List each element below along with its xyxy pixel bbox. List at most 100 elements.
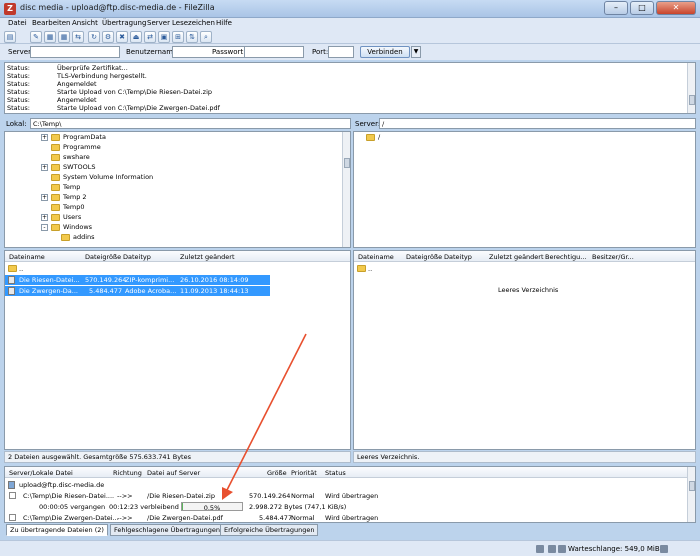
compare-icon[interactable]: ⊞ — [172, 31, 184, 43]
queue-server-row[interactable]: upload@ftp.disc-media.de — [5, 480, 685, 490]
menu-uebertragung[interactable]: Übertragung — [102, 19, 146, 27]
local-status-text: 2 Dateien ausgewählt. Gesamtgröße 575.63… — [4, 451, 351, 463]
col-filesize[interactable]: Dateigröße — [85, 253, 121, 261]
col-filetype[interactable]: Dateityp — [444, 253, 472, 261]
toggle-queue-icon[interactable]: ⇆ — [72, 31, 84, 43]
tree-item[interactable]: / — [354, 133, 695, 143]
folder-icon — [366, 134, 375, 141]
menu-hilfe[interactable]: Hilfe — [216, 19, 232, 27]
folder-icon — [51, 154, 60, 161]
connect-button[interactable]: Verbinden — [360, 46, 410, 58]
tree-item[interactable]: - Windows — [5, 223, 350, 233]
queue-item[interactable]: C:\Temp\Die Riesen-Datei.... -->> /Die R… — [5, 491, 685, 501]
lock-icon — [536, 545, 544, 553]
remote-path-input[interactable]: / — [379, 118, 696, 129]
folder-icon — [51, 214, 60, 221]
tab-failed-transfers[interactable]: Fehlgeschlagene Übertragungen — [110, 524, 224, 536]
folder-icon — [51, 164, 60, 171]
tree-item[interactable]: + ProgramData — [5, 133, 350, 143]
tree-item[interactable]: + SWTOOLS — [5, 163, 350, 173]
tab-successful-transfers[interactable]: Erfolgreiche Übertragungen — [220, 524, 319, 536]
history-dropdown-icon[interactable]: ▼ — [411, 46, 421, 58]
search-icon[interactable]: ⌕ — [200, 31, 212, 43]
close-button[interactable]: ✕ — [656, 1, 696, 15]
port-label: Port: — [312, 48, 329, 56]
remote-label: Server: — [355, 120, 381, 128]
local-list-header: Dateiname Dateigröße Dateityp Zuletzt ge… — [5, 251, 350, 262]
toggle-log-icon[interactable]: ✎ — [30, 31, 42, 43]
disconnect-icon[interactable]: ⏏ — [130, 31, 142, 43]
activity-led-icon — [660, 545, 668, 553]
queue-scrollbar[interactable] — [687, 467, 695, 522]
remote-list-header: Dateiname Dateigröße Dateityp Zuletzt ge… — [354, 251, 695, 262]
progress-bar: 0.5% — [181, 502, 243, 512]
cancel-icon[interactable]: ✖ — [116, 31, 128, 43]
remote-path-bar: Server: / — [353, 118, 696, 130]
folder-icon — [51, 204, 60, 211]
col-size[interactable]: Größe — [267, 469, 287, 477]
folder-icon — [357, 265, 366, 272]
queue-header: Server/Lokale Datei Richtung Datei auf S… — [5, 467, 695, 478]
col-filetype[interactable]: Dateityp — [123, 253, 151, 261]
folder-icon — [51, 194, 60, 201]
site-manager-icon[interactable]: ▤ — [4, 31, 16, 43]
menu-server[interactable]: Server — [147, 19, 170, 27]
file-row-selected[interactable]: Die Zwergen-Da... 5.484.477 Adobe Acroba… — [5, 286, 270, 296]
queue-item-checkbox — [9, 492, 16, 499]
local-tree-scrollbar[interactable] — [342, 132, 350, 247]
log-scrollbar[interactable] — [687, 63, 695, 113]
folder-icon — [51, 174, 60, 181]
refresh-icon[interactable]: ↻ — [88, 31, 100, 43]
menu-datei[interactable]: Datei — [8, 19, 27, 27]
local-file-list: Dateiname Dateigröße Dateityp Zuletzt ge… — [4, 250, 351, 450]
local-path-input[interactable]: C:\Temp\ — [30, 118, 351, 129]
tree-item[interactable]: + Users — [5, 213, 350, 223]
tab-queued-files[interactable]: Zu übertragende Dateien (2) — [6, 524, 108, 536]
file-row-selected[interactable]: Die Riesen-Datei... 570.149.264 ZIP-komp… — [5, 275, 270, 285]
tree-item[interactable]: System Volume Information — [5, 173, 350, 183]
file-row[interactable]: .. — [354, 264, 695, 274]
col-remote-file[interactable]: Datei auf Server — [147, 469, 200, 477]
menu-bearbeiten[interactable]: Bearbeiten — [32, 19, 70, 27]
status-bar: Warteschlange: 549,0 MiB — [0, 540, 700, 556]
col-local-file[interactable]: Server/Lokale Datei — [9, 469, 73, 477]
zip-file-icon — [8, 276, 15, 284]
col-filename[interactable]: Dateiname — [358, 253, 394, 261]
tree-item[interactable]: Temp0 — [5, 203, 350, 213]
tree-item[interactable]: swshare — [5, 153, 350, 163]
password-input[interactable] — [244, 46, 304, 58]
queue-item-checkbox — [9, 514, 16, 521]
col-direction[interactable]: Richtung — [113, 469, 142, 477]
col-priority[interactable]: Priorität — [291, 469, 317, 477]
col-owner[interactable]: Besitzer/Gr... — [592, 253, 634, 261]
filter-icon[interactable]: ▣ — [158, 31, 170, 43]
port-input[interactable] — [328, 46, 354, 58]
server-input[interactable] — [30, 46, 120, 58]
menu-bar: Datei Bearbeiten Ansicht Übertragung Ser… — [0, 18, 700, 30]
tree-item[interactable]: addins — [5, 233, 350, 243]
minimize-button[interactable]: – — [604, 1, 628, 15]
col-modified[interactable]: Zuletzt geändert — [489, 253, 544, 261]
remote-file-list: Dateiname Dateigröße Dateityp Zuletzt ge… — [353, 250, 696, 450]
reconnect-icon[interactable]: ⇄ — [144, 31, 156, 43]
sync-browse-icon[interactable]: ⇅ — [186, 31, 198, 43]
toggle-remote-tree-icon[interactable]: ▦ — [58, 31, 70, 43]
col-permissions[interactable]: Berechtigu... — [545, 253, 586, 261]
process-queue-icon[interactable]: ⚙ — [102, 31, 114, 43]
tree-item[interactable]: Programme — [5, 143, 350, 153]
menu-ansicht[interactable]: Ansicht — [72, 19, 98, 27]
file-row[interactable]: .. — [5, 264, 350, 274]
tree-item[interactable]: Temp — [5, 183, 350, 193]
toggle-local-tree-icon[interactable]: ▦ — [44, 31, 56, 43]
filezilla-icon: Z — [4, 3, 16, 15]
queue-item[interactable]: C:\Temp\Die Zwergen-Datei... -->> /Die Z… — [5, 513, 685, 522]
col-filename[interactable]: Dateiname — [9, 253, 45, 261]
maximize-button[interactable]: □ — [630, 1, 654, 15]
col-modified[interactable]: Zuletzt geändert — [180, 253, 235, 261]
tree-item[interactable]: + Temp 2 — [5, 193, 350, 203]
menu-lesezeichen[interactable]: Lesezeichen — [172, 19, 215, 27]
col-filesize[interactable]: Dateigröße — [406, 253, 442, 261]
col-status[interactable]: Status — [325, 469, 346, 477]
quickconnect-bar: Server: Benutzername: Passwort: Port: Ve… — [0, 44, 700, 60]
binary-icon — [548, 545, 556, 553]
